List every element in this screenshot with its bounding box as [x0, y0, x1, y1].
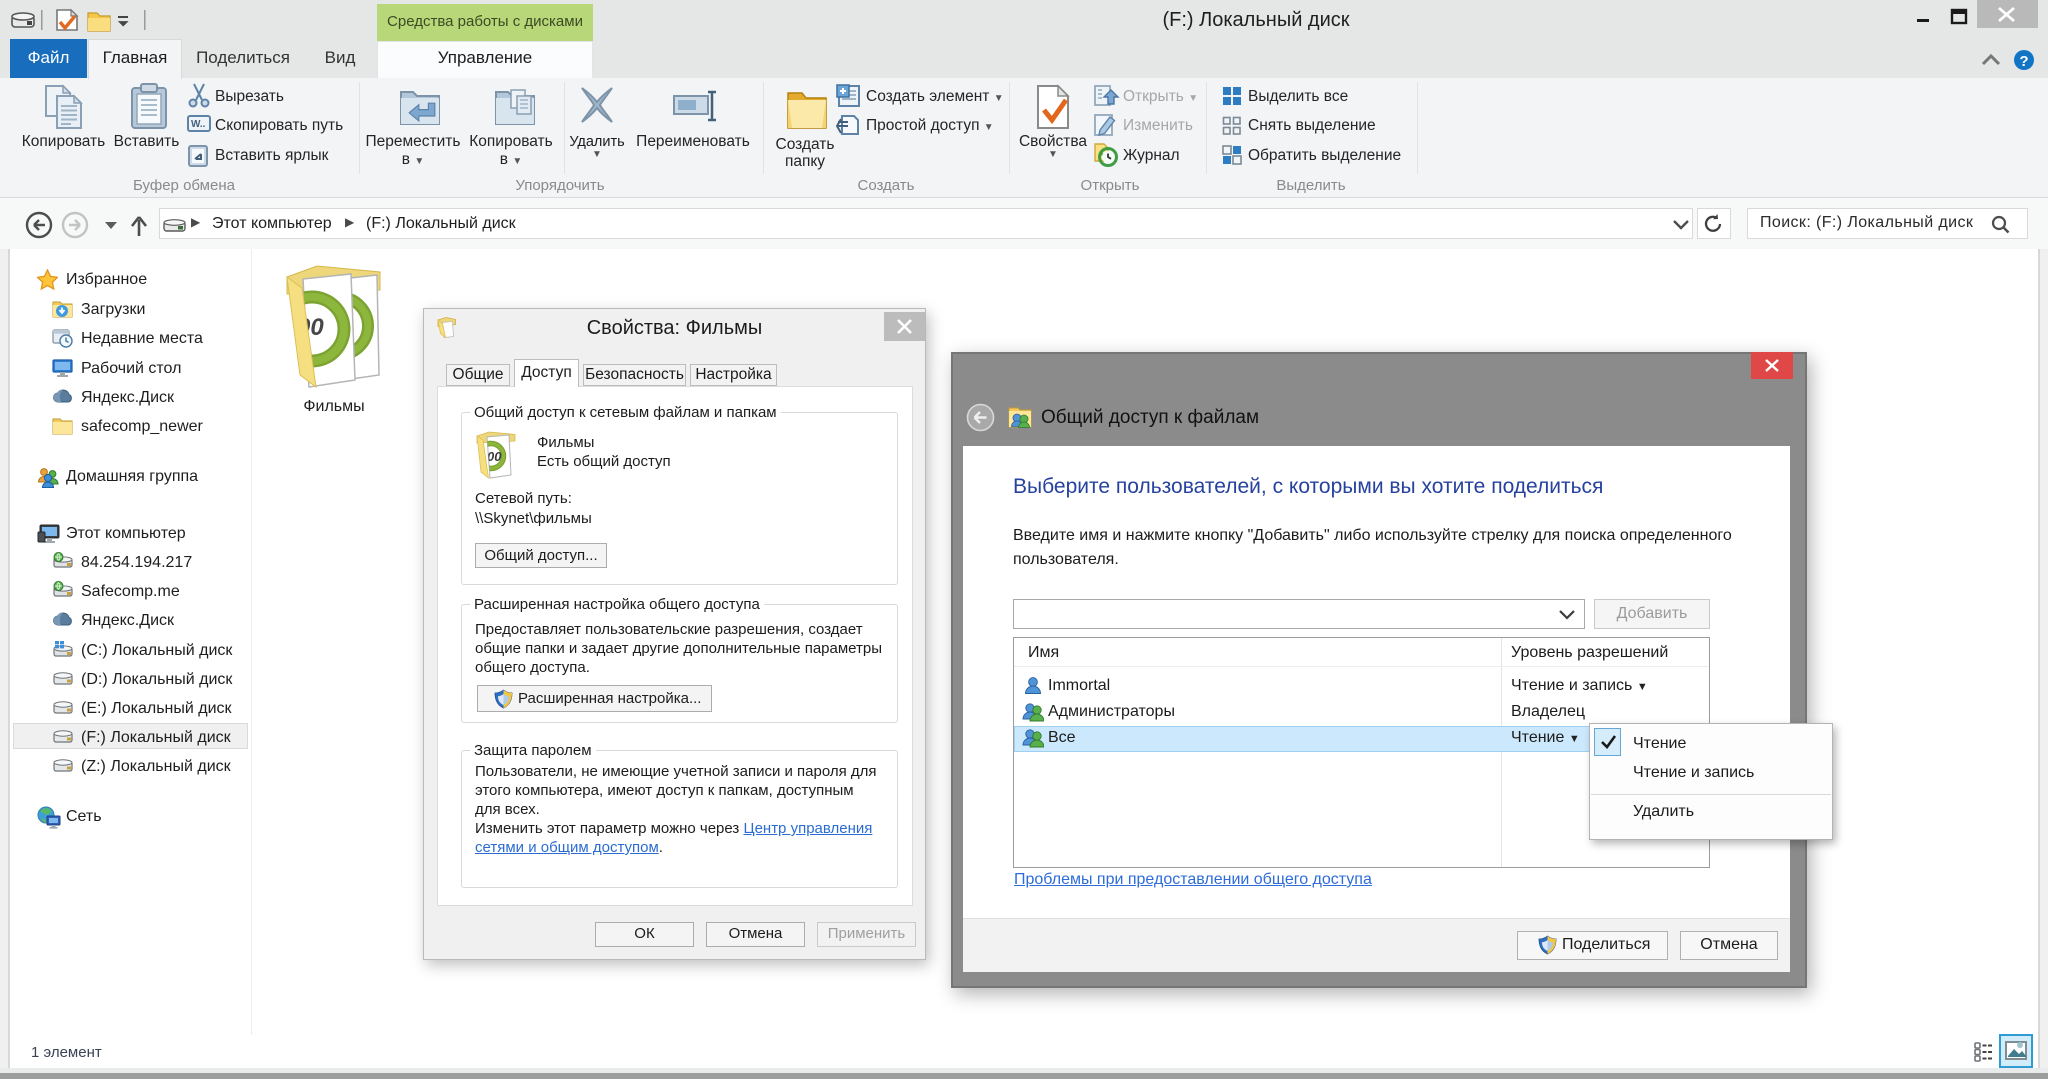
svg-text:?: ? — [2019, 53, 2028, 70]
svg-text:00: 00 — [487, 449, 502, 464]
svg-text:W..: W.. — [191, 119, 206, 130]
